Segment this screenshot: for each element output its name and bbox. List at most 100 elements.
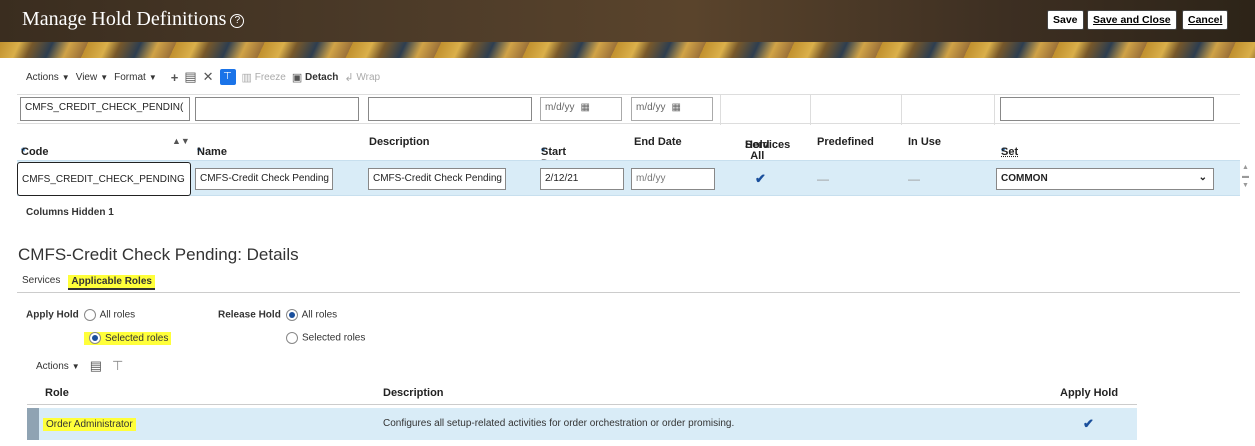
chevron-down-icon: ⌄ — [1198, 172, 1207, 183]
tab-divider — [17, 292, 1240, 293]
code-header-label: Code — [21, 146, 49, 158]
filter-row: CMFS_CREDIT_CHECK_PENDIN( m/d/yy ▦ m/d/yy… — [17, 94, 1240, 125]
description-filter-input[interactable] — [368, 97, 532, 121]
actions-menu[interactable]: Actions ▼ — [26, 72, 70, 83]
query-by-example-icon[interactable]: ⊤ — [219, 69, 236, 85]
detach-icon: ▣ — [291, 71, 303, 84]
release-hold-all-roles-label: All roles — [301, 309, 338, 321]
release-hold-all-roles-radio[interactable] — [285, 309, 298, 321]
column-header-role[interactable]: Role — [45, 387, 69, 399]
apply-hold-selected-row: Selected roles — [84, 331, 172, 345]
start-date-input[interactable]: 2/12/21 — [540, 168, 624, 190]
role-name: Order Administrator — [43, 418, 136, 431]
view-label: View — [75, 71, 98, 83]
view-menu[interactable]: View ▼ — [76, 72, 108, 83]
table-column-headers: * Code ▲▼ * Name Description * Start Dat… — [17, 126, 1240, 170]
apply-hold-checkbox[interactable]: ✔ — [1083, 416, 1094, 432]
wrap-label: Wrap — [356, 71, 381, 83]
caret-down-icon: ▼ — [148, 72, 157, 82]
freeze-button[interactable]: ▥ Freeze — [242, 71, 286, 84]
caret-down-icon: ▼ — [71, 361, 80, 371]
column-header-in-use[interactable]: In Use — [908, 136, 941, 148]
page-title: Manage Hold Definitions? — [22, 8, 245, 31]
roles-actions-label: Actions — [36, 360, 69, 372]
end-date-filter-input[interactable]: m/d/yy ▦ — [631, 97, 713, 121]
column-divider — [901, 95, 902, 125]
hold-all-label-line2: Services — [745, 139, 791, 151]
table-row[interactable]: Order Administrator Configures all setup… — [27, 408, 1137, 440]
set-filter-input[interactable] — [1000, 97, 1214, 121]
apply-hold-all-roles-label: All roles — [99, 309, 136, 321]
column-header-end-date[interactable]: End Date — [634, 136, 682, 148]
column-divider — [720, 95, 721, 125]
page-title-text: Manage Hold Definitions — [22, 8, 227, 30]
table-row[interactable]: CMFS_CREDIT_CHECK_PENDING CMFS-Credit Ch… — [17, 160, 1240, 196]
freeze-label: Freeze — [254, 71, 286, 83]
row-selector[interactable] — [27, 408, 39, 440]
set-header-label: Set — [1001, 146, 1019, 158]
column-divider — [994, 95, 995, 125]
cancel-button[interactable]: Cancel — [1182, 10, 1229, 30]
hold-all-services-checkbox[interactable]: ✔ — [755, 171, 766, 187]
apply-hold-selected-roles-radio[interactable] — [89, 332, 101, 344]
format-label: Format — [114, 71, 146, 83]
calendar-icon[interactable]: ▦ — [671, 102, 680, 113]
release-hold-label: Release Hold — [218, 309, 281, 321]
details-tabs: Services Applicable Roles — [22, 275, 155, 290]
calendar-icon[interactable]: ▦ — [580, 102, 589, 113]
tab-applicable-roles[interactable]: Applicable Roles — [68, 275, 155, 290]
save-and-close-button[interactable]: Save and Close — [1087, 10, 1177, 30]
caret-down-icon: ▼ — [61, 72, 70, 82]
detach-label: Detach — [305, 71, 339, 83]
delete-icon[interactable]: ✕ — [203, 69, 214, 85]
column-header-predefined[interactable]: Predefined — [817, 136, 874, 148]
wrap-button[interactable]: ↲ Wrap — [344, 71, 380, 84]
set-select[interactable]: COMMON ⌄ — [996, 168, 1214, 190]
columns-hidden-count: 1 — [108, 207, 114, 218]
roles-table-header: Role Description Apply Hold — [27, 381, 1137, 405]
name-header-label: Name — [197, 146, 227, 158]
add-icon[interactable]: + — [171, 70, 179, 85]
code-filter-input[interactable]: CMFS_CREDIT_CHECK_PENDIN( — [20, 97, 190, 121]
duplicate-icon[interactable]: ▤ — [184, 69, 196, 85]
release-hold-group: Release Hold All roles — [218, 309, 337, 321]
end-date-input[interactable]: m/d/yy — [631, 168, 715, 190]
filter-icon[interactable]: ⊤ — [112, 358, 123, 374]
details-title: CMFS-Credit Check Pending: Details — [18, 245, 299, 264]
vertical-scrollbar[interactable]: ▲ ▬ ▼ — [1241, 163, 1250, 193]
sort-icon[interactable]: ▲▼ — [172, 136, 190, 146]
role-description: Configures all setup-related activities … — [383, 418, 735, 429]
columns-hidden-label: Columns Hidden — [26, 207, 106, 218]
start-date-filter-input[interactable]: m/d/yy ▦ — [540, 97, 622, 121]
detach-button[interactable]: ▣ Detach — [292, 71, 339, 84]
roles-actions-menu[interactable]: Actions ▼ — [36, 361, 80, 372]
freeze-icon: ▥ — [241, 71, 252, 84]
save-button[interactable]: Save — [1047, 10, 1084, 30]
name-filter-input[interactable] — [195, 97, 359, 121]
help-icon[interactable]: ? — [230, 14, 245, 28]
columns-hidden-indicator: Columns Hidden 1 — [26, 207, 114, 218]
apply-hold-all-roles-radio[interactable] — [83, 309, 96, 321]
apply-hold-group: Apply Hold All roles — [26, 309, 135, 321]
in-use-value: — — [908, 172, 920, 186]
release-hold-selected-roles-label: Selected roles — [302, 332, 366, 344]
set-selected-value: COMMON — [1001, 173, 1048, 184]
format-menu[interactable]: Format ▼ — [114, 72, 157, 83]
tab-services[interactable]: Services — [22, 275, 60, 290]
column-header-apply-hold[interactable]: Apply Hold — [1060, 387, 1118, 399]
column-header-description[interactable]: Description — [369, 136, 430, 148]
name-input[interactable]: CMFS-Credit Check Pending — [195, 168, 333, 190]
column-header-role-description[interactable]: Description — [383, 387, 444, 399]
description-input[interactable]: CMFS-Credit Check Pending — [368, 168, 506, 190]
actions-label: Actions — [26, 71, 59, 83]
column-divider — [810, 95, 811, 125]
export-icon[interactable]: ▤ — [90, 358, 102, 374]
release-hold-selected-roles-radio[interactable] — [286, 332, 298, 344]
end-date-placeholder: m/d/yy — [636, 102, 666, 113]
page-header: Manage Hold Definitions? Save Save and C… — [0, 0, 1255, 58]
table-toolbar: Actions ▼ View ▼ Format ▼ + ▤ ✕ ⊤ ▥ Freeze … — [26, 68, 380, 86]
code-cell[interactable]: CMFS_CREDIT_CHECK_PENDING — [17, 162, 191, 196]
apply-hold-selected-roles-label: Selected roles — [105, 332, 169, 344]
wrap-icon: ↲ — [344, 71, 354, 84]
predefined-value: — — [817, 172, 829, 186]
